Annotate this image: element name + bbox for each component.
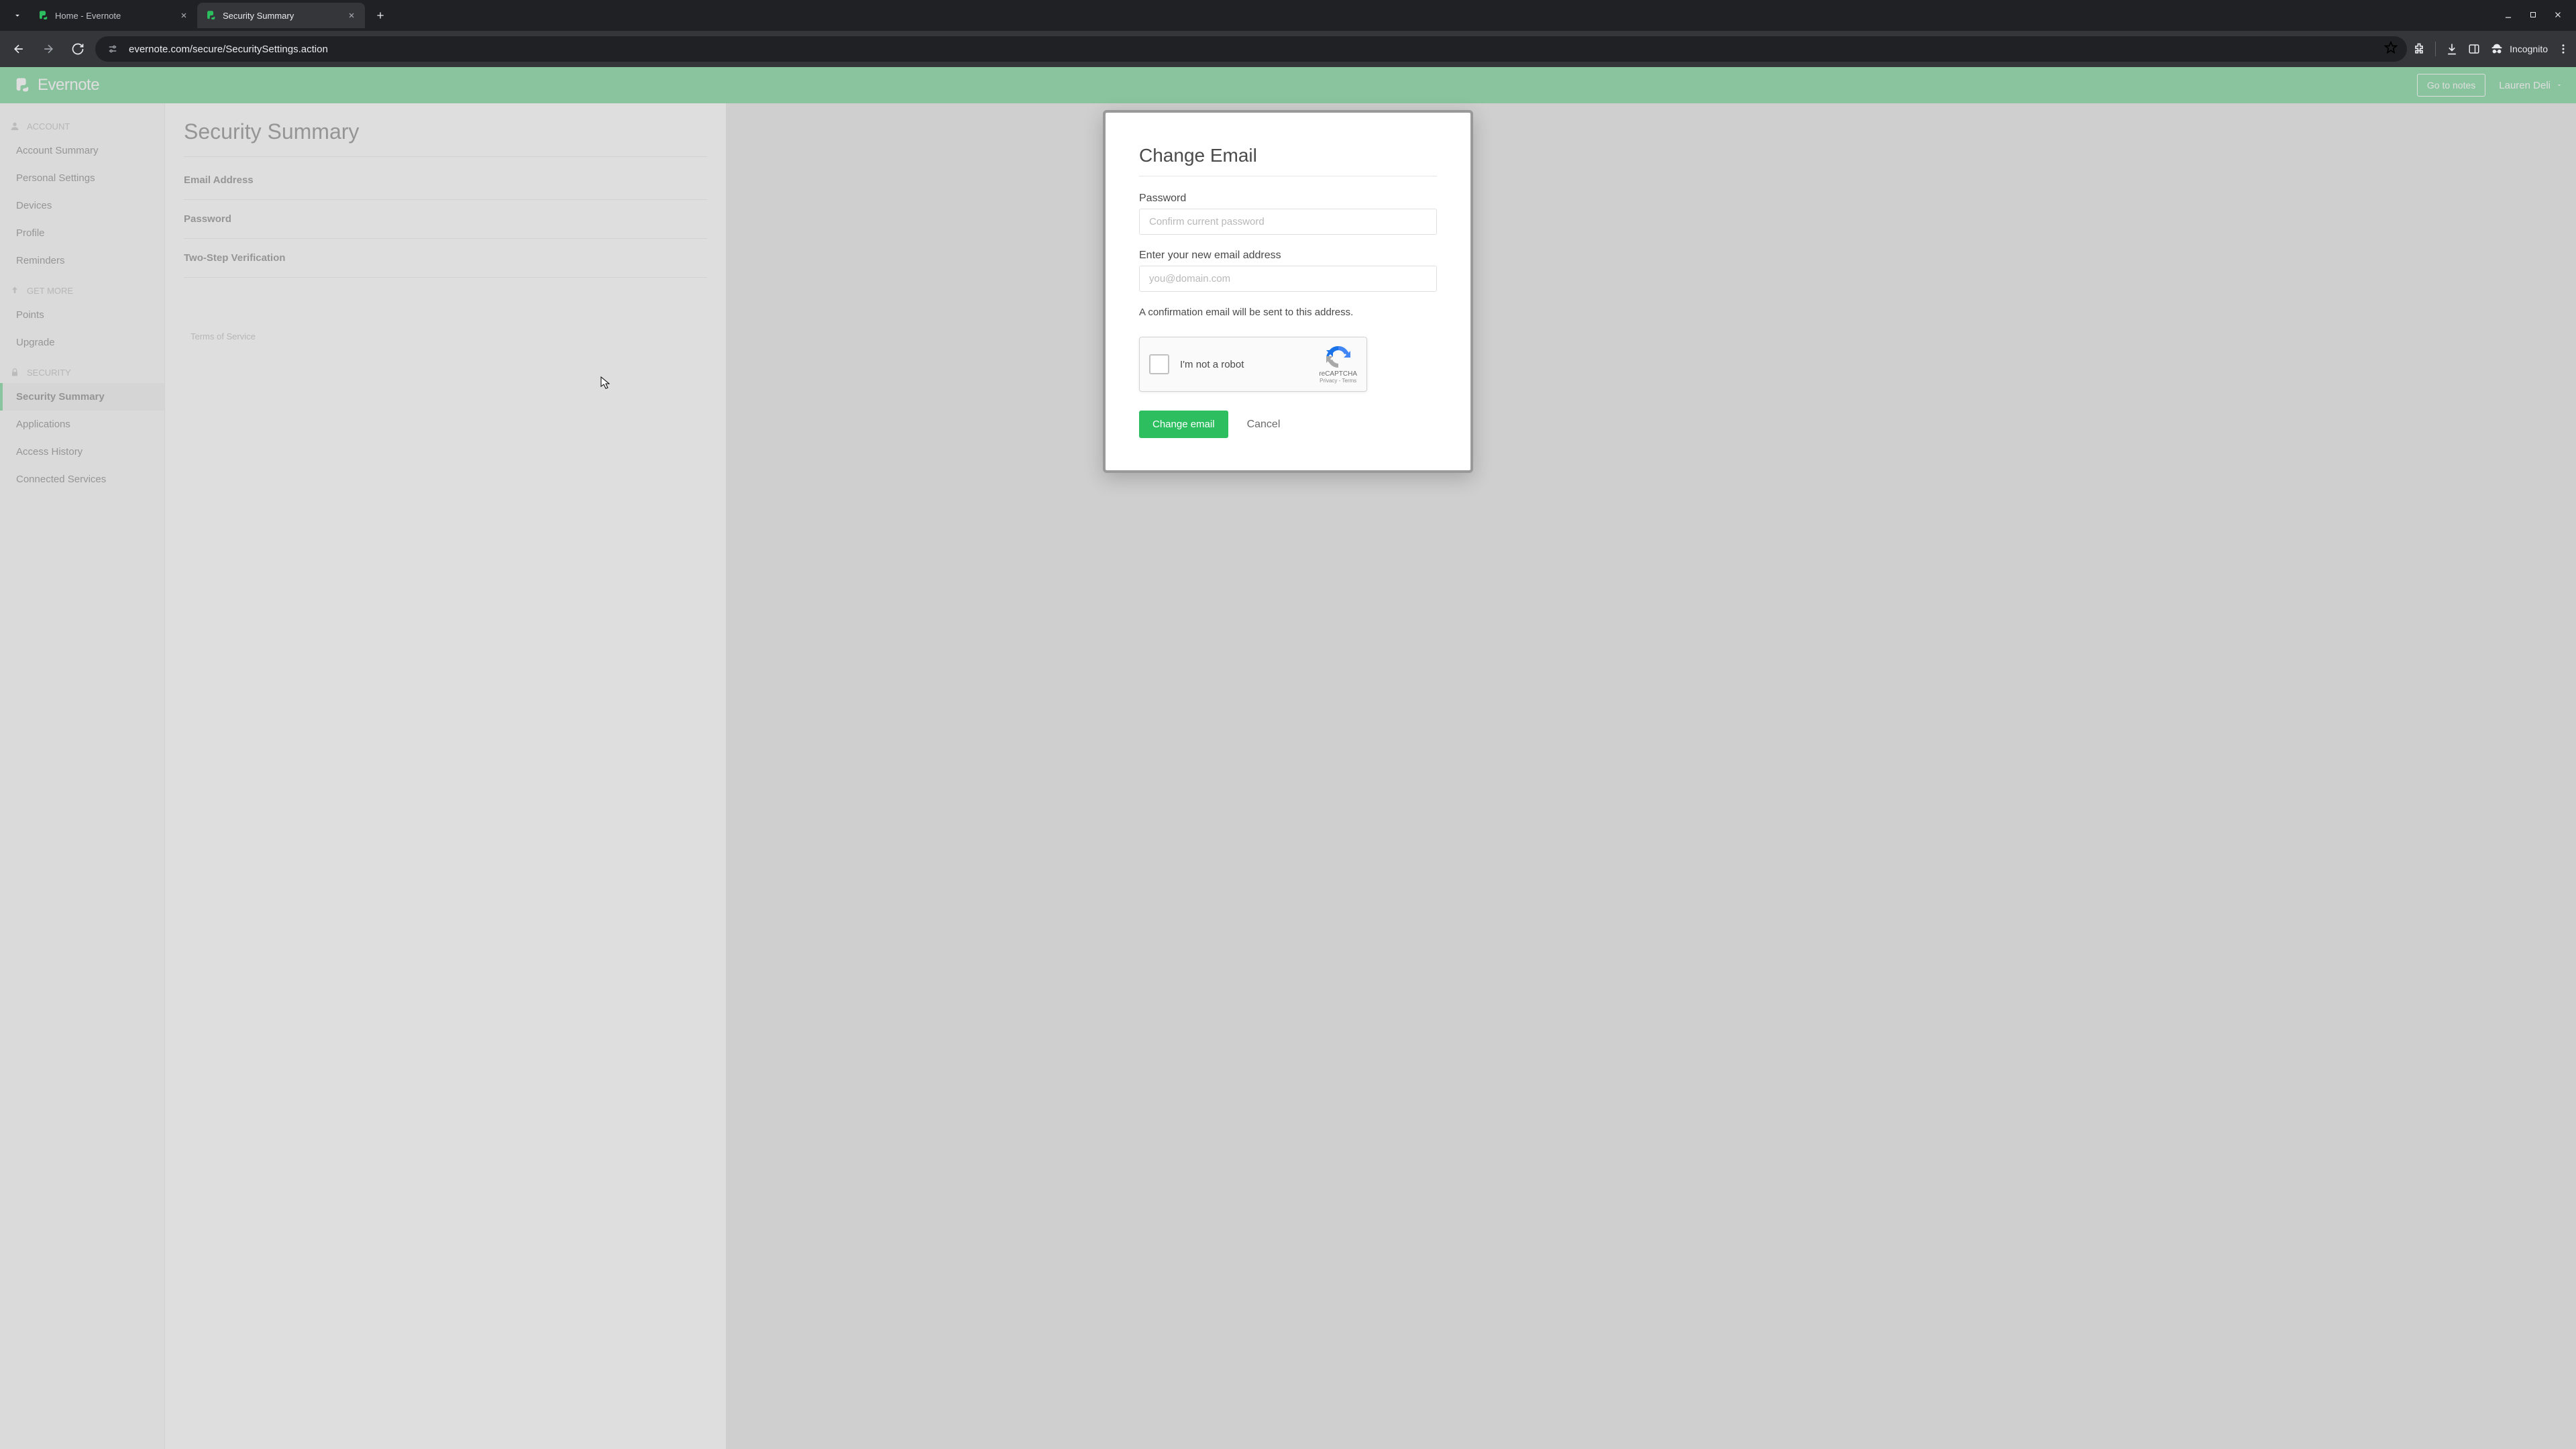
back-button[interactable] <box>7 37 31 61</box>
new-tab-button[interactable] <box>370 5 390 25</box>
tab-title: Security Summary <box>223 11 341 21</box>
side-panel-icon[interactable] <box>2468 43 2480 55</box>
reload-button[interactable] <box>66 37 90 61</box>
close-window-button[interactable] <box>2553 10 2563 21</box>
recaptcha-brand: reCAPTCHA Privacy - Terms <box>1319 345 1357 384</box>
recaptcha-widget: I'm not a robot reCAPTCHA Privacy - Term… <box>1139 337 1367 392</box>
cursor-icon <box>600 376 610 390</box>
bookmark-icon[interactable] <box>2384 41 2398 58</box>
email-input[interactable] <box>1139 266 1437 292</box>
email-label: Enter your new email address <box>1139 250 1437 262</box>
chrome-menu-icon[interactable] <box>2557 43 2569 55</box>
forward-button[interactable] <box>36 37 60 61</box>
change-email-modal: Change Email Password Enter your new ema… <box>1103 110 1473 473</box>
close-icon[interactable] <box>346 10 357 21</box>
help-text: A confirmation email will be sent to thi… <box>1139 307 1437 318</box>
incognito-label: Incognito <box>2510 44 2548 54</box>
tab-search-dropdown[interactable] <box>5 3 30 28</box>
close-icon[interactable] <box>178 10 189 21</box>
tab-title: Home - Evernote <box>55 11 173 21</box>
recaptcha-logo-icon <box>1325 345 1352 369</box>
password-label: Password <box>1139 193 1437 205</box>
maximize-button[interactable] <box>2529 10 2537 21</box>
downloads-icon[interactable] <box>2445 42 2459 56</box>
url-input[interactable]: evernote.com/secure/SecuritySettings.act… <box>95 36 2407 62</box>
evernote-favicon-icon <box>205 9 217 21</box>
tab-home-evernote[interactable]: Home - Evernote <box>30 3 197 28</box>
minimize-button[interactable] <box>2504 10 2513 21</box>
password-input[interactable] <box>1139 209 1437 235</box>
address-bar: evernote.com/secure/SecuritySettings.act… <box>0 31 2576 67</box>
tab-bar: Home - Evernote Security Summary <box>0 0 2576 31</box>
modal-title: Change Email <box>1139 145 1437 176</box>
cancel-button[interactable]: Cancel <box>1247 419 1281 431</box>
recaptcha-checkbox[interactable] <box>1149 354 1169 374</box>
site-settings-icon[interactable] <box>105 41 121 57</box>
recaptcha-label: I'm not a robot <box>1180 359 1319 370</box>
evernote-favicon-icon <box>38 9 50 21</box>
url-text: evernote.com/secure/SecuritySettings.act… <box>129 44 2376 55</box>
incognito-badge[interactable]: Incognito <box>2489 42 2548 56</box>
extensions-icon[interactable] <box>2412 42 2426 56</box>
tab-security-summary[interactable]: Security Summary <box>197 3 365 28</box>
modal-backdrop[interactable]: Change Email Password Enter your new ema… <box>0 67 2576 1449</box>
change-email-button[interactable]: Change email <box>1139 411 1228 438</box>
divider <box>2435 42 2436 56</box>
